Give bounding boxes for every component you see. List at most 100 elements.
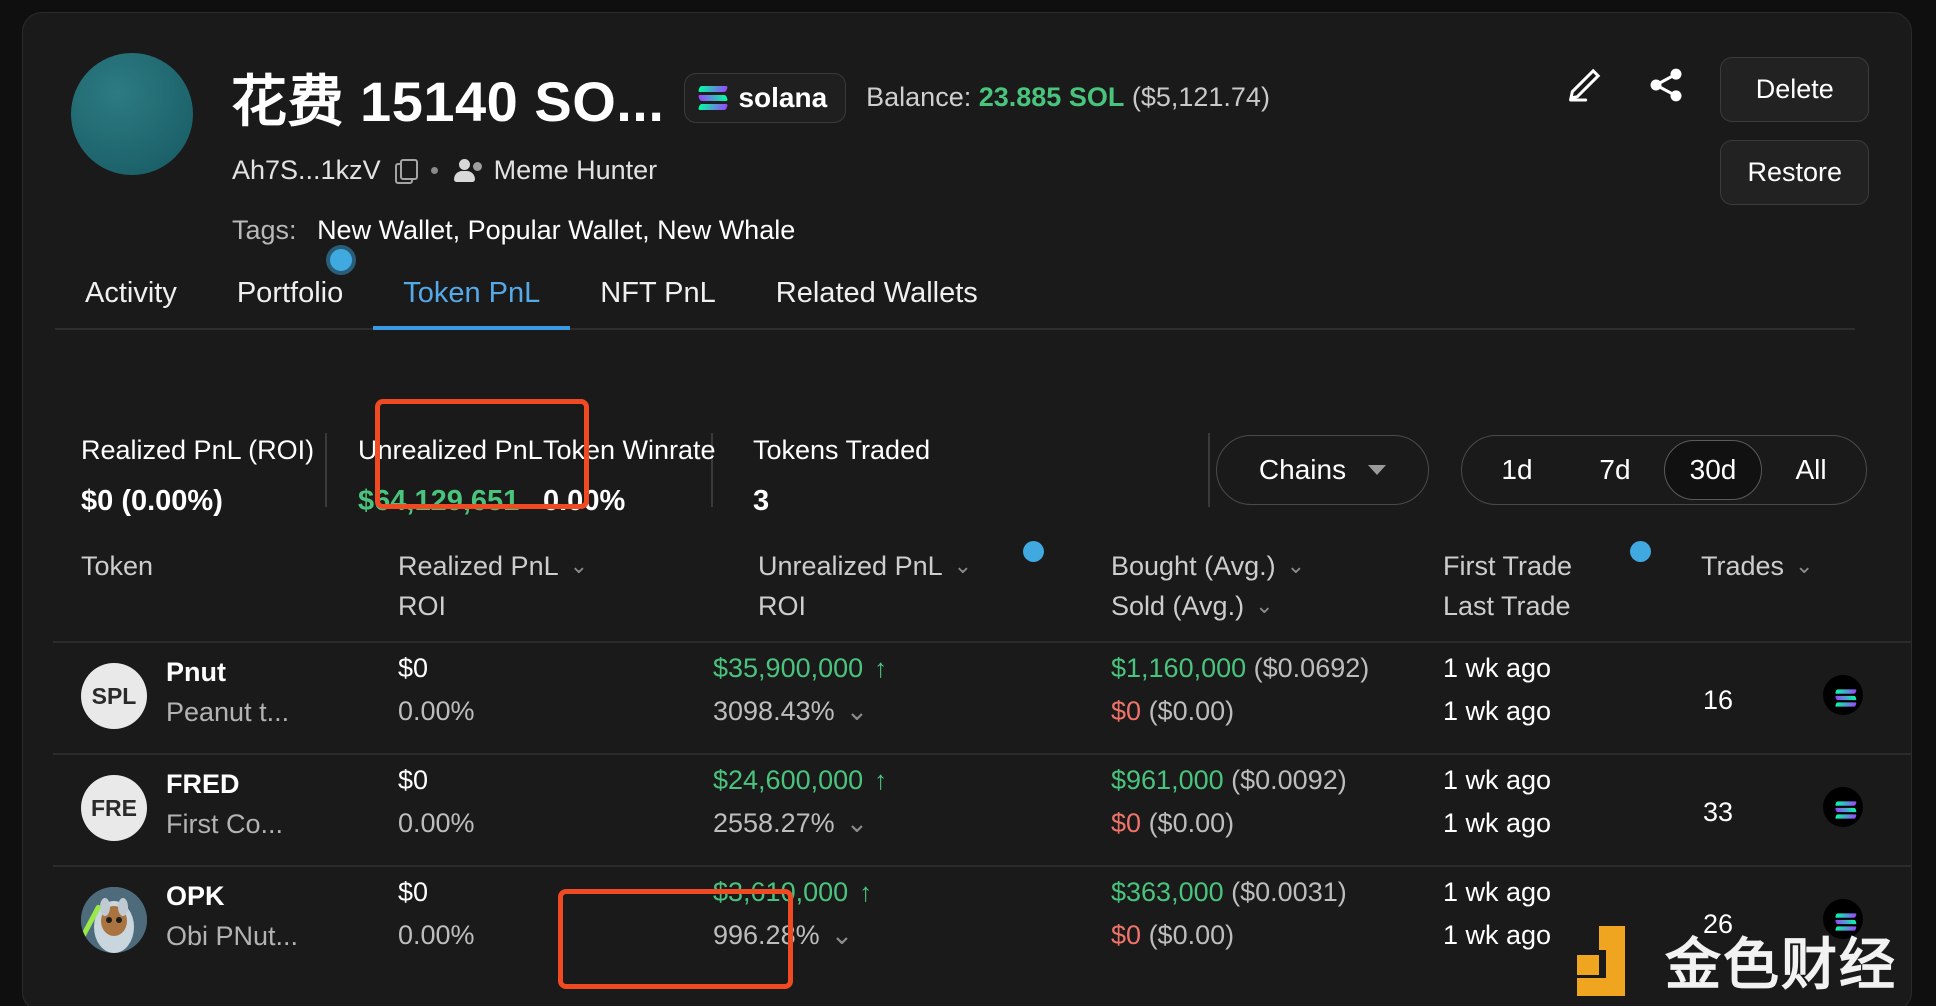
token-symbol: OPK [166,881,225,911]
stat-realized-pnl: Realized PnL (ROI) $0 (0.00%) [81,435,314,518]
chevron-down-icon[interactable]: ⌄ [831,920,854,950]
chevron-down-icon[interactable]: ⌄ [846,808,869,838]
first-trade-value: 1 wk ago [1443,765,1552,795]
copy-icon[interactable] [394,158,418,184]
col-header-trades[interactable]: Trades ⌄ [1701,551,1813,582]
col-header-unrealized-pnl[interactable]: Unrealized PnL ⌄ ROI [758,551,972,622]
chevron-down-icon[interactable]: ⌄ [1287,553,1305,579]
token-fullname: First Co... [166,809,284,839]
bought-avg: ($0.0031) [1231,877,1347,907]
token-symbol: Pnut [166,657,226,687]
first-trade-value: 1 wk ago [1443,877,1552,907]
sold-avg: ($0.00) [1148,920,1235,950]
col-header-sold-label: Sold (Avg.) [1111,591,1245,621]
realized-pnl-value: $0 [398,765,429,795]
cell-realized-pnl: $0 0.00% [398,653,475,727]
tags-label: Tags: [232,215,297,245]
watermark-text: 金色财经 [1665,933,1897,996]
tab-activity[interactable]: Activity [55,265,207,328]
tab-token-pnl[interactable]: Token PnL [373,265,571,330]
range-30d[interactable]: 30d [1664,440,1762,500]
bought-avg: ($0.0692) [1253,653,1370,683]
col-header-unrealized-label: Unrealized PnL [758,551,943,581]
cell-trade-dates: 1 wk ago 1 wk ago [1443,877,1551,951]
bought-value: $961,000 [1111,765,1224,795]
realized-pnl-value: $0 [398,653,429,683]
realized-roi-value: 0.00% [398,696,475,726]
token-fullname: Obi PNut... [166,921,299,951]
cell-bought-sold: $1,160,000 ($0.0692) $0 ($0.00) [1111,653,1369,727]
chevron-down-icon[interactable]: ⌄ [846,696,869,726]
token-avatar: FRE [81,775,147,841]
stat-label: Token Winrate [543,435,716,465]
arrow-up-icon: ↑ [874,653,888,683]
tab-nft-pnl[interactable]: NFT PnL [570,265,746,328]
bought-value: $363,000 [1111,877,1224,907]
restore-button[interactable]: Restore [1720,140,1869,205]
col-header-bought-label: Bought (Avg.) [1111,551,1276,581]
realized-roi-value: 0.00% [398,920,475,950]
pencil-icon[interactable] [1556,57,1612,113]
unrealized-pnl-value: $35,900,000 [713,653,864,683]
stat-unrealized-pnl: Unrealized PnL $64,129,651 [358,435,543,518]
sold-avg: ($0.00) [1148,696,1235,726]
solana-icon [1835,688,1857,707]
last-trade-value: 1 wk ago [1443,696,1552,726]
stat-token-winrate: Token Winrate 0.00% [543,435,716,518]
chevron-down-icon[interactable]: ⌄ [954,553,972,579]
col-header-bought-sold[interactable]: Bought (Avg.) ⌄ Sold (Avg.) ⌄ [1111,551,1305,622]
tabs: Activity Portfolio Token PnL NFT PnL Related… [55,265,1855,330]
mouse-cursor-indicator [326,245,356,275]
stat-value: $0 (0.00%) [81,485,223,517]
col-header-realized-pnl[interactable]: Realized PnL ⌄ ROI [398,551,588,622]
wallet-address[interactable]: Ah7S...1kzV [232,155,381,186]
col-header-token: Token [81,551,153,582]
cell-trade-dates: 1 wk ago 1 wk ago [1443,653,1551,727]
tags-value: New Wallet, Popular Wallet, New Whale [317,215,796,245]
range-All[interactable]: All [1762,440,1860,500]
chevron-down-icon[interactable]: ⌄ [1255,593,1273,619]
chain-chip[interactable]: solana [684,72,847,123]
row-divider [53,865,1911,867]
header-actions: Delete Restore [1556,57,1869,205]
cell-realized-pnl: $0 0.00% [398,877,475,951]
col-header-sold-wrap: Sold (Avg.) ⌄ [1111,591,1305,622]
stat-tokens-traded: Tokens Traded 3 [753,435,930,518]
table-header: Token Realized PnL ⌄ ROI Unrealized PnL ⌄ … [53,551,1911,622]
stat-label: Tokens Traded [753,435,931,465]
cell-trade-dates: 1 wk ago 1 wk ago [1443,765,1551,839]
sold-avg: ($0.00) [1148,808,1235,838]
separator-dot [430,167,438,174]
unrealized-roi-value: 3098.43% [713,696,835,726]
balance-usd: ($5,121.74) [1131,82,1270,112]
table-row[interactable]: SPL Pnut Peanut t... $0 0.00% $35,900,000 ↑ 309… [53,653,1911,765]
sold-value: $0 [1111,696,1142,726]
col-header-trades-label: Trades [1701,551,1785,581]
range-1d[interactable]: 1d [1468,440,1566,500]
row-chain-icon [1823,787,1863,827]
chevron-down-icon[interactable]: ⌄ [570,553,588,579]
share-icon[interactable] [1638,57,1694,113]
stat-divider [1208,433,1210,507]
chains-filter-button[interactable]: Chains [1216,435,1429,505]
unrealized-roi-value: 996.28% [713,920,820,950]
stat-label: Unrealized PnL [358,435,543,465]
range-7d[interactable]: 7d [1566,440,1664,500]
col-header-unrealized-roi: ROI [758,591,807,621]
solana-icon [1835,800,1857,819]
delete-button[interactable]: Delete [1720,57,1869,122]
table-row[interactable]: FRE FRED First Co... $0 0.00% $24,600,000 ↑ 255… [53,765,1911,877]
arrow-up-icon: ↑ [874,765,888,795]
bought-avg: ($0.0092) [1231,765,1347,795]
tab-bar: Activity Portfolio Token PnL NFT PnL Related… [55,265,1855,330]
stat-value: 3 [753,485,770,517]
column-highlight-dot [1023,541,1044,562]
tab-portfolio[interactable]: Portfolio [207,265,373,328]
chain-chip-label: solana [738,81,828,113]
time-range-group: 1d 7d 30d All [1461,435,1867,505]
chevron-down-icon[interactable]: ⌄ [1795,553,1813,579]
cell-bought-sold: $363,000 ($0.0031) $0 ($0.00) [1111,877,1347,951]
token-symbol: FRED [166,769,240,799]
wallet-card: 花费 15140 SO... solana Balance: 23.885 SO… [22,12,1912,1006]
tab-related-wallets[interactable]: Related Wallets [746,265,1008,328]
